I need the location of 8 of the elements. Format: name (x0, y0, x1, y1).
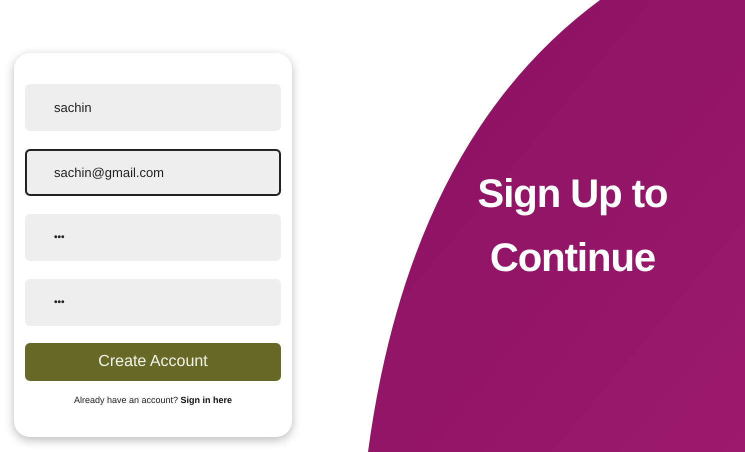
signin-prompt: Already have an account? Sign in here (72, 395, 234, 405)
password-field[interactable]: ••• (25, 279, 281, 326)
banner-title: Sign Up to Continue (478, 171, 668, 282)
name-field[interactable]: sachin (25, 84, 281, 131)
signin-link[interactable]: Sign in here (180, 395, 232, 405)
email-field[interactable]: sachin@gmail.com (25, 149, 281, 196)
password-field[interactable]: ••• (25, 214, 281, 261)
create-account-button[interactable]: Create Account (25, 343, 281, 381)
